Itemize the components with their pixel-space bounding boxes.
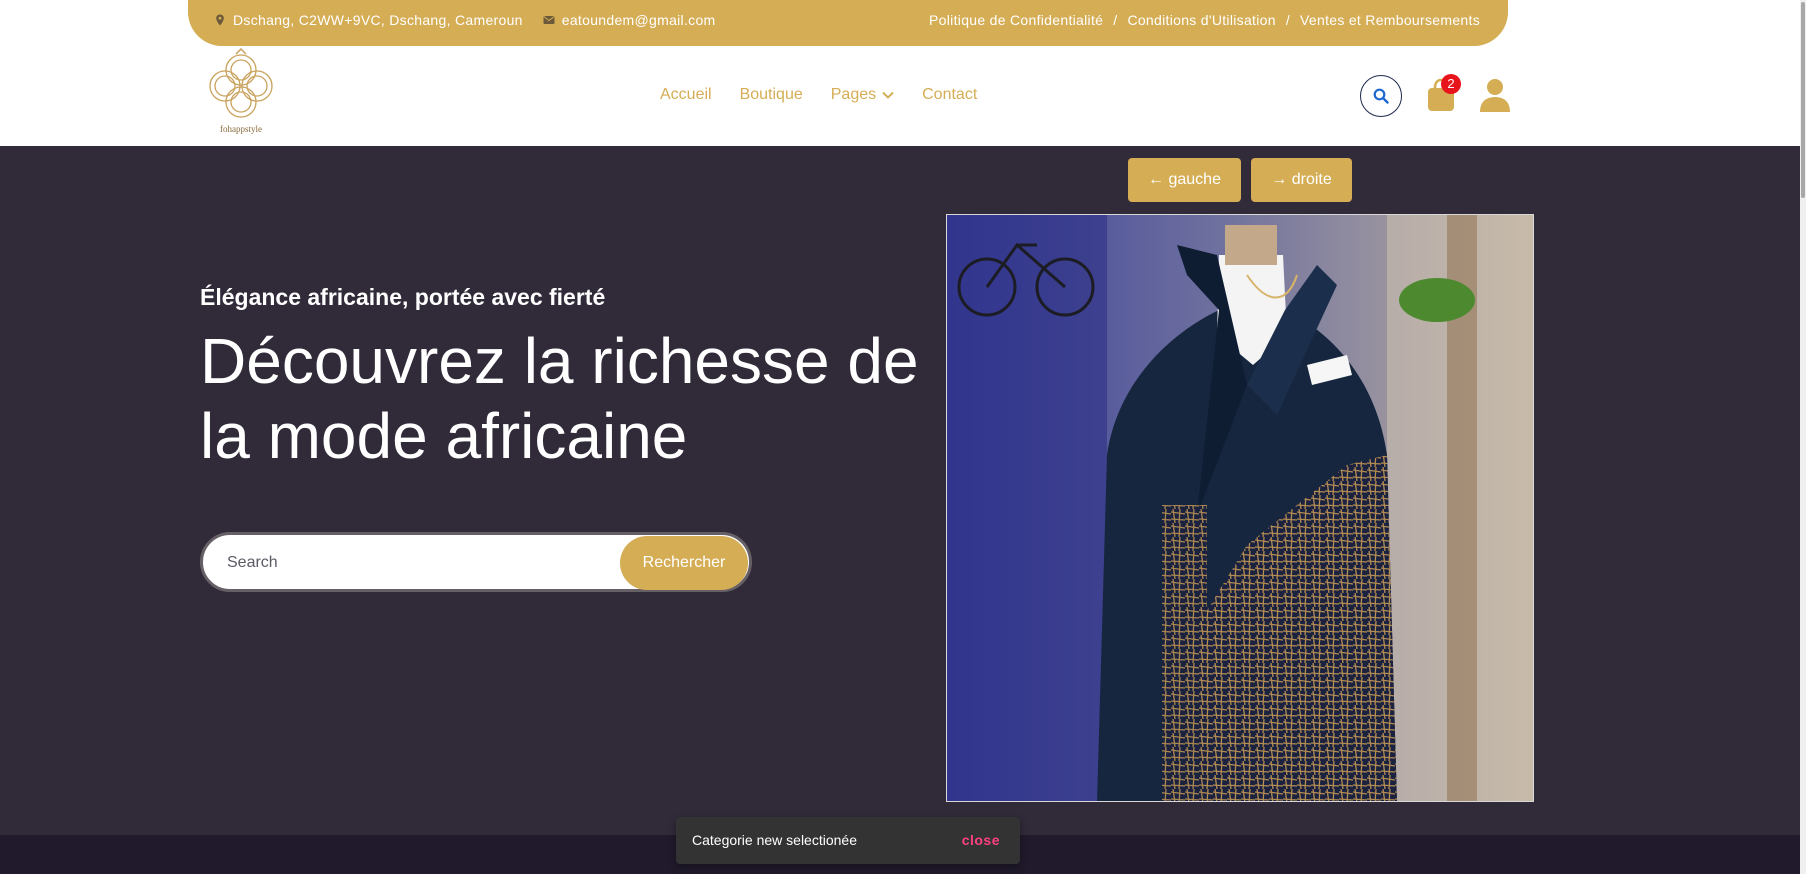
logo-brand-text: fohappstyle — [220, 124, 262, 134]
logo-tagline-line — [196, 138, 286, 142]
hero-subtitle: Élégance africaine, portée avec fierté — [200, 284, 606, 310]
top-info-bar: Dschang, C2WW+9VC, Dschang, Cameroun eat… — [188, 0, 1508, 46]
search-input[interactable] — [225, 549, 609, 577]
nav-item-boutique[interactable]: Boutique — [740, 86, 803, 104]
email-item[interactable]: eatoundem@gmail.com — [543, 12, 716, 28]
terms-link[interactable]: Conditions d'Utilisation — [1127, 12, 1275, 28]
map-pin-icon — [216, 14, 224, 26]
search-button[interactable] — [1360, 75, 1402, 117]
sales-refunds-link[interactable]: Ventes et Remboursements — [1300, 12, 1480, 28]
search-icon — [1373, 88, 1389, 104]
nav-item-contact[interactable]: Contact — [922, 86, 977, 104]
email-text: eatoundem@gmail.com — [561, 12, 716, 28]
hero-section: Élégance africaine, portée avec fierté D… — [0, 146, 1806, 835]
hero-search-form: Rechercher — [200, 532, 752, 592]
main-nav: Accueil Boutique Pages Contact — [660, 86, 977, 104]
privacy-policy-link[interactable]: Politique de Confidentialité — [929, 12, 1103, 28]
carousel-next-button[interactable]: → droite — [1251, 158, 1352, 202]
toast-message: Categorie new selectionée — [692, 832, 857, 848]
scrollbar-thumb[interactable] — [1801, 2, 1805, 198]
link-separator: / — [1285, 12, 1291, 28]
envelope-icon — [543, 16, 555, 24]
chevron-down-icon — [882, 91, 894, 99]
address-item: Dschang, C2WW+9VC, Dschang, Cameroun — [214, 12, 523, 28]
user-icon[interactable] — [1479, 77, 1511, 113]
page-scrollbar[interactable] — [1800, 0, 1806, 874]
cart-count-badge: 2 — [1441, 74, 1461, 94]
site-logo[interactable]: fohappstyle — [196, 47, 286, 144]
main-navbar: fohappstyle Accueil Boutique Pages Conta… — [0, 46, 1806, 146]
address-text: Dschang, C2WW+9VC, Dschang, Cameroun — [233, 12, 523, 28]
snackbar-toast: Categorie new selectionée close — [676, 817, 1020, 864]
product-image — [946, 214, 1534, 802]
link-separator: / — [1113, 12, 1118, 28]
carousel-prev-button[interactable]: ← gauche — [1128, 158, 1241, 202]
knot-logo-icon — [209, 47, 273, 118]
nav-item-pages[interactable]: Pages — [831, 86, 894, 104]
toast-close-button[interactable]: close — [962, 832, 1000, 848]
suit-photo-illustration — [947, 215, 1533, 801]
hero-title: Découvrez la richesse de la mode africai… — [200, 325, 919, 472]
search-submit-button[interactable]: Rechercher — [620, 536, 748, 590]
nav-item-pages-label: Pages — [830, 86, 877, 103]
nav-item-accueil[interactable]: Accueil — [660, 86, 712, 104]
